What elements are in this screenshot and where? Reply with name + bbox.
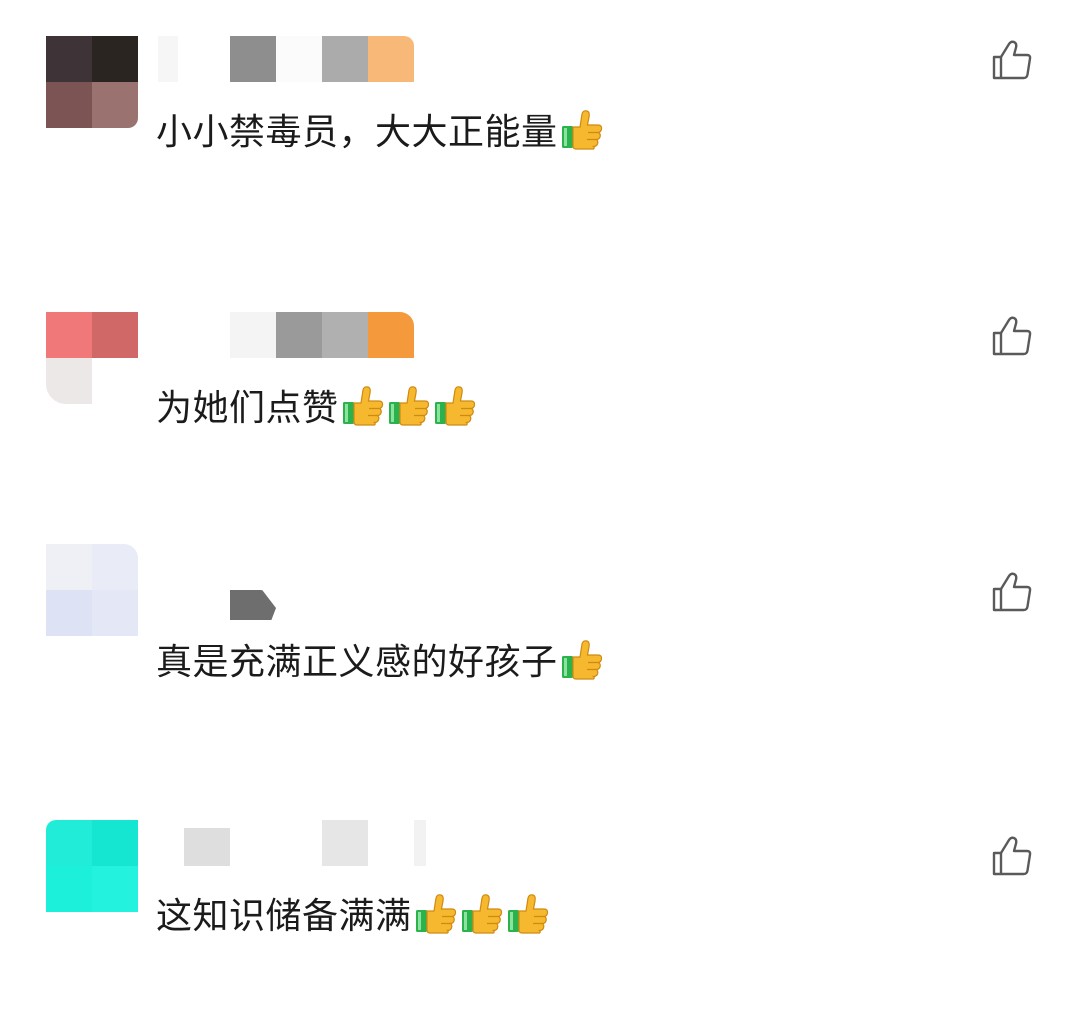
thumbs-up-emoji-icon — [561, 110, 602, 150]
thumbs-up-emoji-icon — [561, 640, 602, 680]
comment-item: 真是充满正义感的好孩子 — [0, 544, 1080, 744]
thumbs-up-emoji-icon — [415, 894, 456, 934]
username-redacted[interactable] — [158, 820, 518, 866]
comment-text: 小小禁毒员，大大正能量 — [156, 108, 604, 156]
comment-text-content: 真是充满正义感的好孩子 — [156, 642, 558, 683]
comment-item: 小小禁毒员，大大正能量 — [0, 36, 1080, 236]
thumbs-up-emoji-icon — [461, 894, 502, 934]
comment-item: 这知识储备满满 — [0, 820, 1080, 1020]
comment-text-content: 这知识储备满满 — [156, 896, 412, 937]
thumbs-up-emoji-icon — [342, 386, 383, 426]
thumbs-up-outline-icon[interactable] — [990, 570, 1034, 614]
avatar[interactable] — [46, 312, 138, 404]
comment-text: 真是充满正义感的好孩子 — [156, 638, 604, 686]
comment-item: 为她们点赞 — [0, 312, 1080, 512]
comment-text-content: 为她们点赞 — [156, 388, 339, 429]
avatar[interactable] — [46, 36, 138, 128]
thumbs-up-outline-icon[interactable] — [990, 38, 1034, 82]
username-redacted[interactable] — [158, 36, 518, 82]
comment-text: 这知识储备满满 — [156, 892, 550, 940]
comment-text: 为她们点赞 — [156, 384, 477, 432]
username-redacted[interactable] — [158, 312, 518, 358]
avatar[interactable] — [46, 544, 138, 636]
comment-text-content: 小小禁毒员，大大正能量 — [156, 112, 558, 153]
thumbs-up-emoji-icon — [388, 386, 429, 426]
thumbs-up-outline-icon[interactable] — [990, 834, 1034, 878]
thumbs-up-outline-icon[interactable] — [990, 314, 1034, 358]
username-redacted[interactable] — [158, 544, 518, 620]
thumbs-up-emoji-icon — [507, 894, 548, 934]
avatar[interactable] — [46, 820, 138, 912]
thumbs-up-emoji-icon — [434, 386, 475, 426]
